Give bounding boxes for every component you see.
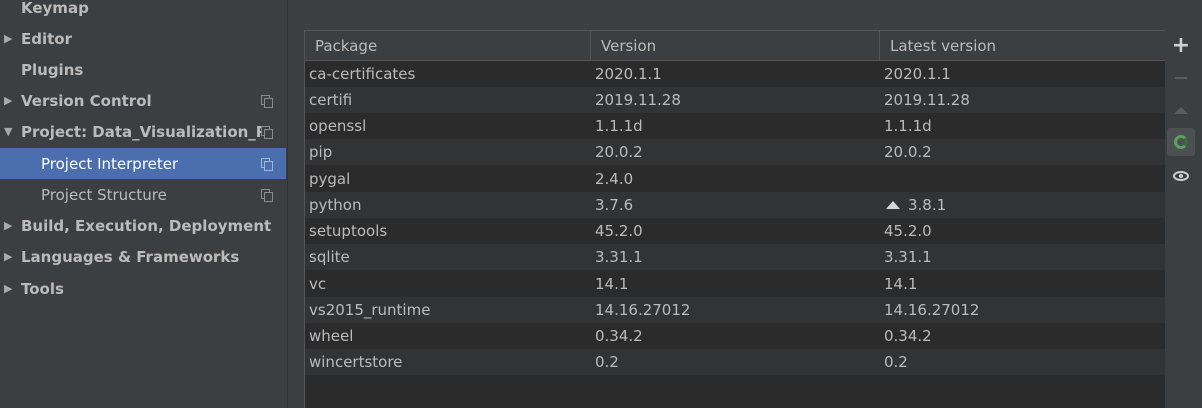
sidebar-item-label: Project: Data_Visualization_Pr... — [21, 122, 261, 141]
latest-version: 45.2.0 — [884, 222, 932, 240]
package-name: sqlite — [309, 248, 350, 266]
latest-version: 1.1.1d — [884, 117, 932, 135]
packages-toolbar: + — [1165, 30, 1197, 408]
table-row[interactable]: wincertstore 0.2 0.2 — [305, 349, 1166, 375]
collapse-arrow-icon[interactable]: ▼ — [4, 125, 12, 138]
expand-arrow-icon[interactable]: ▶ — [4, 94, 12, 107]
table-row[interactable]: pygal 2.4.0 — [305, 166, 1166, 192]
table-row[interactable]: wheel 0.34.2 0.34.2 — [305, 323, 1166, 349]
sidebar-item-label: Version Control — [21, 91, 152, 110]
package-version: 3.31.1 — [595, 248, 643, 266]
package-version: 2020.1.1 — [595, 65, 662, 83]
settings-sidebar: Keymap ▶ Editor Plugins ▶ Version Contro… — [0, 0, 288, 408]
project-scope-icon — [261, 94, 273, 108]
interpreter-panel: Package Version Latest version ca-certif… — [288, 0, 1202, 408]
sidebar-item-project[interactable]: ▼ Project: Data_Visualization_Pr... — [0, 116, 286, 147]
sidebar-item-project-structure[interactable]: Project Structure — [0, 179, 286, 210]
sidebar-item-label: Project Structure — [41, 185, 167, 204]
latest-version: 14.16.27012 — [884, 301, 980, 319]
sidebar-item-languages-frameworks[interactable]: ▶ Languages & Frameworks — [0, 241, 286, 272]
minus-icon — [1175, 77, 1187, 79]
table-row[interactable]: certifi 2019.11.28 2019.11.28 — [305, 87, 1166, 113]
column-header-latest-version[interactable]: Latest version — [880, 31, 1166, 60]
table-row[interactable]: setuptools 45.2.0 45.2.0 — [305, 218, 1166, 244]
package-version: 45.2.0 — [595, 222, 643, 240]
package-name: certifi — [309, 91, 353, 109]
latest-version: 14.1 — [884, 275, 918, 293]
table-row[interactable]: sqlite 3.31.1 3.31.1 — [305, 244, 1166, 270]
package-name: python — [309, 196, 362, 214]
latest-version: 20.0.2 — [884, 143, 932, 161]
upgrade-package-button[interactable] — [1169, 98, 1193, 122]
package-version: 0.34.2 — [595, 327, 643, 345]
package-name: vs2015_runtime — [309, 301, 431, 319]
latest-version: 0.34.2 — [884, 327, 932, 345]
table-row[interactable]: vc 14.1 14.1 — [305, 271, 1166, 297]
sidebar-item-label: Editor — [21, 29, 72, 48]
latest-version: 0.2 — [884, 353, 908, 371]
expand-arrow-icon[interactable]: ▶ — [4, 282, 12, 295]
install-package-button[interactable]: + — [1169, 34, 1193, 58]
package-name: setuptools — [309, 222, 388, 240]
column-header-package[interactable]: Package — [305, 31, 591, 60]
table-row[interactable]: pip 20.0.2 20.0.2 — [305, 139, 1166, 165]
sidebar-item-project-interpreter[interactable]: Project Interpreter — [0, 148, 286, 179]
use-conda-button[interactable] — [1167, 128, 1195, 156]
expand-arrow-icon[interactable]: ▶ — [4, 219, 12, 232]
settings-window: Keymap ▶ Editor Plugins ▶ Version Contro… — [0, 0, 1202, 408]
sidebar-item-label: Tools — [21, 279, 64, 298]
package-name: openssl — [309, 117, 367, 135]
sidebar-item-version-control[interactable]: ▶ Version Control — [0, 85, 286, 116]
sidebar-item-keymap[interactable]: Keymap — [0, 0, 286, 23]
package-version: 1.1.1d — [595, 117, 643, 135]
up-arrow-icon — [1174, 106, 1188, 114]
sidebar-item-tools[interactable]: ▶ Tools — [0, 273, 286, 304]
package-version: 20.0.2 — [595, 143, 643, 161]
latest-version: 3.8.1 — [908, 196, 947, 214]
package-version: 14.16.27012 — [595, 301, 691, 319]
package-version: 3.7.6 — [595, 196, 634, 214]
table-header: Package Version Latest version — [305, 31, 1166, 61]
package-version: 2.4.0 — [595, 170, 634, 188]
sidebar-item-label: Keymap — [21, 0, 89, 17]
expand-arrow-icon[interactable]: ▶ — [4, 250, 12, 263]
sidebar-item-editor[interactable]: ▶ Editor — [0, 23, 286, 54]
latest-version-cell: 3.8.1 — [884, 192, 946, 218]
package-name: pygal — [309, 170, 351, 188]
eye-icon — [1173, 171, 1189, 181]
sidebar-item-label: Languages & Frameworks — [21, 247, 240, 266]
sidebar-item-label: Build, Execution, Deployment — [21, 216, 272, 235]
table-row[interactable]: ca-certificates 2020.1.1 2020.1.1 — [305, 61, 1166, 87]
package-version: 0.2 — [595, 353, 619, 371]
uninstall-package-button[interactable] — [1169, 66, 1193, 90]
package-name: vc — [309, 275, 327, 293]
package-name: pip — [309, 143, 333, 161]
sidebar-item-build-execution-deployment[interactable]: ▶ Build, Execution, Deployment — [0, 210, 286, 241]
package-version: 14.1 — [595, 275, 629, 293]
sidebar-item-label: Plugins — [21, 60, 84, 79]
project-scope-icon — [261, 157, 273, 171]
show-early-releases-button[interactable] — [1169, 164, 1193, 188]
loading-spinner-icon — [1174, 135, 1188, 149]
package-name: wheel — [309, 327, 354, 345]
column-header-version[interactable]: Version — [591, 31, 880, 60]
latest-version: 2020.1.1 — [884, 65, 951, 83]
table-row[interactable]: openssl 1.1.1d 1.1.1d — [305, 113, 1166, 139]
table-row[interactable]: vs2015_runtime 14.16.27012 14.16.27012 — [305, 297, 1166, 323]
package-version: 2019.11.28 — [595, 91, 681, 109]
package-name: wincertstore — [309, 353, 403, 371]
sidebar-item-label: Project Interpreter — [41, 154, 179, 173]
upgrade-available-icon[interactable] — [886, 200, 900, 209]
project-scope-icon — [261, 125, 273, 139]
project-scope-icon — [261, 188, 273, 202]
latest-version: 2019.11.28 — [884, 91, 970, 109]
packages-table[interactable]: Package Version Latest version ca-certif… — [304, 30, 1167, 408]
table-row[interactable]: python 3.7.6 3.8.1 — [305, 192, 1166, 218]
plus-icon: + — [1171, 33, 1191, 58]
latest-version: 3.31.1 — [884, 248, 932, 266]
sidebar-item-plugins[interactable]: Plugins — [0, 54, 286, 85]
expand-arrow-icon[interactable]: ▶ — [4, 32, 12, 45]
package-name: ca-certificates — [309, 65, 416, 83]
